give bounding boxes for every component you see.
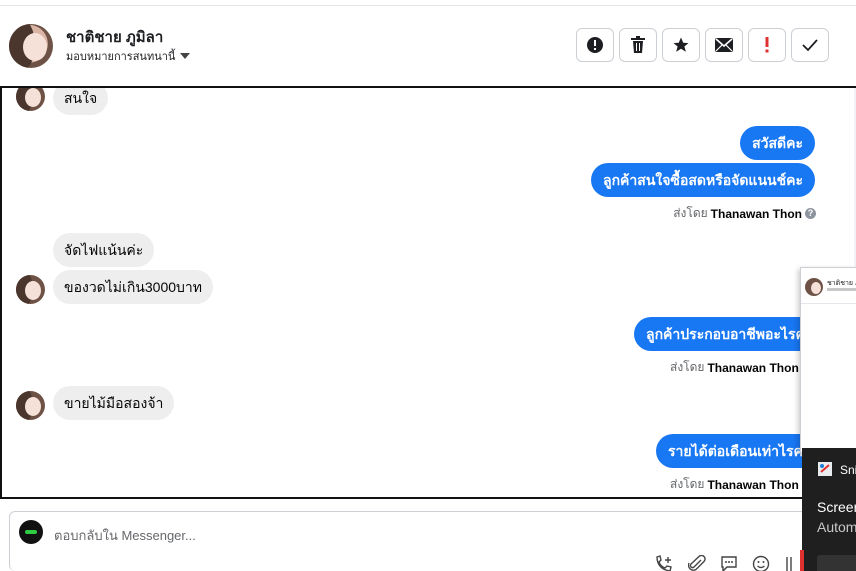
snipping-tool-icon <box>818 462 832 476</box>
incoming-message[interactable]: ของวดไม่เกิน3000บาท <box>53 270 213 304</box>
delete-button[interactable] <box>619 28 657 62</box>
contact-avatar[interactable] <box>9 24 53 68</box>
mini-chat-window[interactable]: ชาติชาย ภ <box>800 267 856 453</box>
snip-notification[interactable]: Sni Screen Autom <box>802 448 856 571</box>
star-button[interactable] <box>662 28 700 62</box>
mini-chat-avatar <box>805 278 823 296</box>
contact-avatar-small <box>16 391 45 420</box>
star-icon <box>673 37 689 52</box>
flag-button[interactable] <box>748 28 786 62</box>
reply-input[interactable]: ตอบกลับใน Messenger... <box>54 525 196 546</box>
mark-unread-button[interactable] <box>705 28 743 62</box>
outgoing-message[interactable]: สวัสดีคะ <box>740 126 815 160</box>
reply-composer: ตอบกลับใน Messenger... <box>9 511 809 571</box>
contact-avatar-small <box>16 275 45 304</box>
snip-line-2: Autom <box>817 519 856 535</box>
contact-name[interactable]: ชาติชาย ภูมิลา <box>66 25 163 49</box>
contact-avatar-small <box>16 88 45 111</box>
red-indicator <box>800 550 804 571</box>
sent-by-line: ส่งโดย Thanawan Thon ? <box>673 204 816 223</box>
outgoing-message[interactable]: ลูกค้าประกอบอาชีพอะไรคะ <box>634 317 825 351</box>
mini-chat-subtitle <box>827 288 856 291</box>
more-icon[interactable] <box>784 555 794 571</box>
incoming-message[interactable]: ขายไม้มือสองจ้า <box>53 386 175 420</box>
help-icon[interactable]: ? <box>805 208 816 219</box>
trash-icon <box>631 36 645 53</box>
speech-bubble-icon[interactable] <box>720 555 738 571</box>
report-button[interactable] <box>576 28 614 62</box>
sent-by-agent[interactable]: Thanawan Thon <box>707 478 798 492</box>
caret-down-icon <box>180 53 191 59</box>
sent-by-line: ส่งโดย Thanawan Thon <box>670 475 799 494</box>
snip-action-button[interactable] <box>817 555 856 571</box>
emoji-icon[interactable] <box>752 555 770 571</box>
mini-chat-divider <box>801 303 856 304</box>
composer-tools <box>654 555 794 571</box>
envelope-icon <box>715 38 733 52</box>
assign-label: มอบหมายการสนทนานี้ <box>66 51 176 63</box>
outgoing-message[interactable]: รายได้ต่อเดือนเท่าไรคะ <box>656 434 823 468</box>
incoming-message[interactable]: จัดไฟแน้นค่ะ <box>53 233 155 267</box>
assign-conversation-dropdown[interactable]: มอบหมายการสนทนานี้ <box>66 47 191 65</box>
sent-by-prefix: ส่งโดย <box>673 206 708 220</box>
exclamation-circle-icon <box>587 37 603 53</box>
sent-by-prefix: ส่งโดย <box>670 360 705 374</box>
sent-by-agent[interactable]: Thanawan Thon <box>711 207 802 221</box>
red-exclamation-icon <box>765 37 769 53</box>
sent-by-prefix: ส่งโดย <box>670 477 705 491</box>
snip-line-1: Screen <box>817 499 856 515</box>
header-actions <box>576 28 829 62</box>
page-avatar <box>19 520 43 544</box>
done-button[interactable] <box>791 28 829 62</box>
paperclip-icon[interactable] <box>688 555 706 571</box>
sent-by-agent[interactable]: Thanawan Thon <box>707 361 798 375</box>
message-thread[interactable]: สนใจ สวัสดีคะ ลูกค้าสนใจซื้อสดหรือจัดแนน… <box>0 86 856 499</box>
incoming-message[interactable]: สนใจ <box>53 88 109 115</box>
sent-by-line: ส่งโดย Thanawan Thon <box>670 358 799 377</box>
outgoing-message[interactable]: ลูกค้าสนใจซื้อสดหรือจัดแนนช์คะ <box>591 163 815 197</box>
call-add-icon[interactable] <box>654 555 674 571</box>
conversation-header: ชาติชาย ภูมิลา มอบหมายการสนทนานี้ <box>0 6 856 86</box>
check-icon <box>802 39 818 52</box>
snip-title: Sni <box>840 463 856 477</box>
